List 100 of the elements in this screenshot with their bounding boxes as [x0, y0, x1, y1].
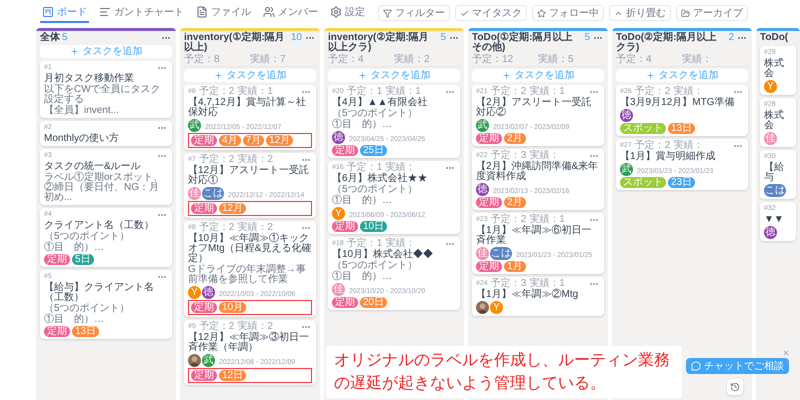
task-note: ①目 的）… [44, 315, 105, 325]
avatar: 佳 [188, 187, 201, 200]
label-tag: 定期 [191, 302, 217, 313]
actual-count: 実績：2 [237, 322, 273, 332]
planned-count: 予定：2 [490, 215, 526, 225]
actual-count: 実績： [385, 163, 416, 173]
planned-total: 予定：4 [328, 55, 365, 65]
label-tag: 12月 [266, 135, 294, 146]
label-tag: 定期 [191, 135, 217, 146]
task-title: 【1月】≪年調≫②Mtg [476, 290, 580, 300]
planned-count: 予定：2 [198, 223, 234, 233]
label-tag: 12日 [219, 370, 246, 381]
task-title: 月初タスク移動作業 [44, 74, 135, 84]
task-title: 【4,7,12月】賞与計算～社保対応 [188, 98, 307, 118]
task-note: （5つのポイント） [332, 185, 419, 195]
avatar: Y [332, 207, 345, 220]
column-title: 全体 [40, 33, 60, 43]
column-title: inventory(②定期:隔月以上クラ) [328, 33, 430, 53]
actual-count: 実績： [673, 141, 704, 151]
column-title: ToDo(②定期:隔月以上クラ) [616, 33, 718, 53]
actual-count: 実績： [529, 151, 560, 161]
nav-tab[interactable]: ファイル [194, 3, 253, 23]
task-note: 以下をCWで全員にタスク設定する [44, 85, 162, 105]
task-note: 【全員】invent... [44, 106, 120, 116]
label-tag: 2月 [504, 133, 526, 144]
list-icon [99, 6, 111, 18]
avatar: Y [490, 301, 503, 314]
task-title: 【4月】▲▲有限会社 [332, 98, 428, 108]
label-tag: 20日 [360, 297, 388, 308]
planned-count: 予定：1 [346, 239, 382, 249]
plus-icon [646, 71, 654, 80]
board-icon [42, 6, 54, 18]
label-tag: 4月 [219, 135, 241, 146]
nav-tab[interactable]: メンバー [261, 3, 320, 23]
avatar: こは [490, 247, 512, 260]
planned-count: 予定：1 [346, 87, 382, 97]
settings-icon [330, 6, 342, 18]
task-count: 5 [584, 33, 590, 43]
task-title: 【2月】沖縄訪問準備&来年度資料作成 [476, 162, 600, 182]
plus-icon [70, 47, 78, 56]
planned-total: 予定：8 [184, 55, 221, 65]
task-title: 【給与 [764, 163, 785, 183]
column-title: ToDo(①定期:隔月以上その他) [472, 33, 574, 53]
label-tag: 定期 [332, 297, 358, 308]
label-tag: 7月 [242, 135, 264, 146]
task-note: ①目 的）… [44, 243, 105, 253]
planned-count: 予定：2 [198, 87, 234, 97]
task-note: ①目 的）… [332, 272, 393, 282]
plus-icon [214, 71, 222, 80]
label-tag: 12月 [219, 203, 246, 214]
task-title: クライアント名（工数） [44, 221, 155, 231]
task-title: 【1月】≪年調≫⑥初日一斉作業 [476, 226, 593, 246]
toolbar-button[interactable]: 折り畳む [609, 5, 671, 21]
task-title: ▼▼ [764, 215, 785, 225]
caption-text: オリジナルのラベルを作成し、ルーティン業務 [334, 350, 671, 371]
label-tag: 定期 [476, 133, 502, 144]
avatar: 佳 [332, 283, 345, 296]
nav-tab[interactable]: ガントチャート [97, 3, 186, 23]
filter-icon [383, 8, 392, 18]
task-title: 【12月】≪年調≫③初日一斉作業（年調） [188, 333, 310, 353]
planned-count: 予定：2 [634, 87, 670, 97]
task-note: （5つのポイント） [44, 232, 131, 242]
people-icon [263, 6, 275, 18]
label-tag: 定期 [44, 254, 70, 265]
label-tag: 定期 [44, 326, 70, 337]
toolbar-button[interactable]: フォロー中 [532, 5, 604, 21]
task-title: 【10月】株式会社◆◆ [332, 250, 434, 260]
toolbar-button[interactable]: マイタスク [455, 5, 527, 21]
column-title: ToDo( [760, 33, 788, 43]
task-title: Monthlyの使い方 [44, 134, 120, 144]
actual-count: 実績： [385, 239, 416, 249]
toolbar-button[interactable]: アーカイブ [676, 5, 748, 21]
label-tag: 定期 [332, 221, 358, 232]
task-count: 5 [62, 33, 68, 43]
avatar: 徳 [620, 109, 633, 122]
label-tag: スポット [620, 123, 666, 134]
toolbar-button[interactable]: フィルター [378, 5, 450, 21]
actual-total: 実績：5 [538, 55, 574, 65]
label-tag: 10月 [219, 302, 246, 313]
nav-tab[interactable]: ボード [40, 3, 89, 23]
task-note: ①目 的）… [332, 120, 393, 130]
planned-total: 予定：4 [616, 55, 653, 65]
avatar: こは [202, 187, 224, 200]
task-title: 【2月】アスリート一受託対応② [476, 98, 593, 118]
planned-count: 予定：1 [346, 163, 382, 173]
avatar: 徳 [476, 183, 489, 196]
planned-count: 予定：3 [490, 151, 526, 161]
label-tag: 25日 [360, 145, 388, 156]
task-note: （5つのポイント） [44, 304, 131, 314]
label-tag: 2月 [504, 197, 526, 208]
history-button[interactable] [727, 379, 743, 395]
avatar: 佳 [764, 132, 777, 145]
nav-tab[interactable]: 設定 [328, 3, 367, 23]
avatar: 武 [620, 163, 633, 176]
task-title: 【3月9月12月】MTG準備 [620, 98, 736, 108]
label-tag: 10日 [360, 221, 388, 232]
planned-total: 予定：12 [472, 55, 514, 65]
label-tag: 13日 [72, 326, 100, 337]
task-title: タスクの統一&ルール [44, 162, 142, 172]
plus-icon [358, 71, 366, 80]
